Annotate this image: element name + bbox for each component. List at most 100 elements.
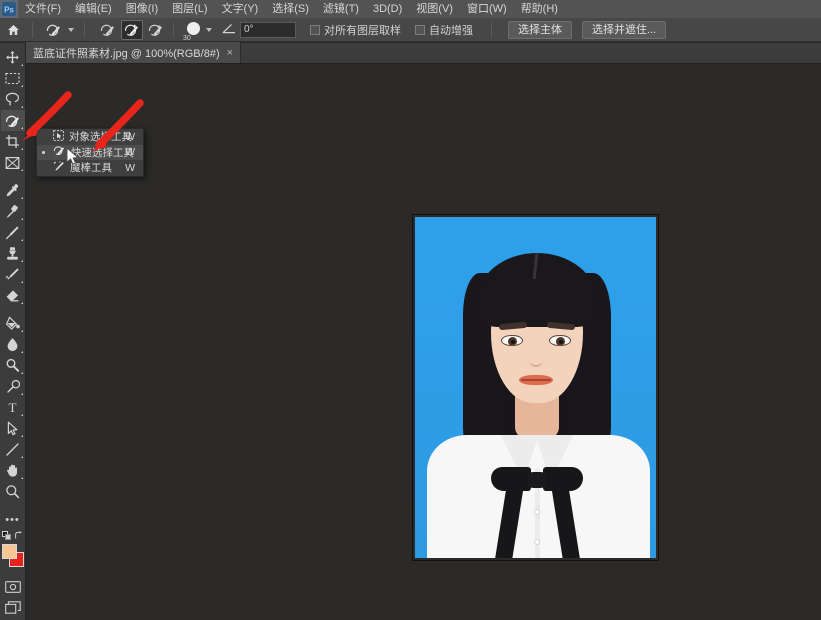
frame-tool[interactable] (1, 152, 25, 173)
chevron-down-icon[interactable] (68, 27, 74, 32)
default-colors-row (1, 530, 25, 541)
auto-enhance-checkbox[interactable] (415, 24, 425, 35)
options-separator-3 (173, 21, 174, 38)
angle-icon (222, 21, 236, 39)
line-shape-tool[interactable] (1, 439, 25, 460)
flyout-label: 魔棒工具 (70, 162, 112, 175)
sample-all-layers-checkbox[interactable] (310, 24, 320, 35)
canvas-area[interactable] (26, 64, 821, 620)
move-tool[interactable] (1, 47, 25, 68)
menu-view[interactable]: 视图(V) (409, 0, 460, 18)
tool-corner-indicator (21, 127, 23, 129)
portrait-eye-right (549, 335, 571, 346)
menu-3d[interactable]: 3D(D) (366, 0, 409, 18)
menu-edit[interactable]: 编辑(E) (68, 0, 119, 18)
flyout-shortcut: W (125, 146, 135, 159)
type-tool[interactable]: T (1, 397, 25, 418)
eraser-tool[interactable] (1, 285, 25, 306)
menu-file[interactable]: 文件(F) (18, 0, 68, 18)
clone-stamp-tool[interactable] (1, 243, 25, 264)
tool-corner-indicator (21, 197, 23, 199)
document-tab[interactable]: 蓝底证件照素材.jpg @ 100%(RGB/8#) × (26, 42, 242, 63)
zoom-tool[interactable] (1, 481, 25, 502)
edit-toolbar-button[interactable]: ••• (1, 509, 25, 530)
tool-preset-picker[interactable] (39, 20, 78, 40)
flyout-quick-selection-tool[interactable]: 快速选择工具 W (37, 144, 143, 161)
healing-brush-tool[interactable] (1, 201, 25, 222)
tool-corner-indicator (21, 393, 23, 395)
photoshop-logo-icon[interactable]: Ps (0, 0, 18, 18)
selection-mode-group (97, 19, 167, 40)
swap-colors-icon (14, 531, 22, 539)
portrait-shirt-button (534, 509, 540, 515)
tool-corner-indicator (21, 456, 23, 458)
portrait-nose (529, 351, 543, 367)
tool-corner-indicator (21, 169, 23, 171)
close-icon[interactable]: × (227, 47, 233, 59)
ellipsis-icon: ••• (5, 513, 20, 526)
dodge-tool[interactable] (1, 355, 25, 376)
color-swatches[interactable] (1, 544, 25, 570)
flyout-magic-wand-tool[interactable]: 魔棒工具 W (37, 160, 143, 176)
flyout-object-selection-tool[interactable]: 对象选择工具 W (37, 129, 143, 145)
quick-select-icon (43, 20, 65, 40)
brush-size-picker[interactable]: 30 (180, 18, 206, 42)
tool-corner-indicator (21, 281, 23, 283)
menu-select[interactable]: 选择(S) (265, 0, 316, 18)
path-selection-tool[interactable] (1, 418, 25, 439)
document-tab-title: 蓝底证件照素材.jpg @ 100%(RGB/8#) (33, 47, 220, 60)
home-icon[interactable] (0, 18, 26, 42)
portrait-lips (519, 375, 553, 385)
tool-corner-indicator (21, 414, 23, 416)
tool-corner-indicator (21, 330, 23, 332)
portrait-shirt-button (534, 539, 540, 545)
history-brush-tool[interactable] (1, 264, 25, 285)
mode-new-selection-button[interactable] (97, 20, 119, 40)
menu-image[interactable]: 图像(I) (119, 0, 165, 18)
menu-type[interactable]: 文字(Y) (215, 0, 266, 18)
document-image-frame[interactable] (412, 214, 659, 561)
portrait-bow-loop-left (491, 467, 531, 491)
tool-corner-indicator (21, 218, 23, 220)
options-separator-4 (491, 21, 492, 38)
id-photo-image (415, 217, 656, 558)
auto-enhance-checkbox-group[interactable]: 自动增强 (415, 22, 473, 38)
sample-all-layers-checkbox-group[interactable]: 对所有图层取样 (310, 22, 401, 38)
menu-help[interactable]: 帮助(H) (514, 0, 565, 18)
gradient-tool[interactable] (1, 313, 25, 334)
brush-chevron-down-icon[interactable] (206, 27, 212, 32)
menu-layer[interactable]: 图层(L) (165, 0, 214, 18)
menu-bar: Ps 文件(F) 编辑(E) 图像(I) 图层(L) 文字(Y) 选择(S) 滤… (0, 0, 821, 18)
tool-corner-indicator (21, 302, 23, 304)
angle-input[interactable]: 0° (240, 21, 296, 38)
quick-selection-tool[interactable] (0, 110, 25, 131)
options-separator-1 (32, 21, 33, 38)
select-subject-button[interactable]: 选择主体 (508, 20, 572, 39)
type-t-icon: T (8, 399, 17, 415)
mode-add-to-selection-button[interactable] (121, 19, 143, 40)
magic-wand-icon (53, 159, 65, 177)
marquee-tool[interactable] (1, 68, 25, 89)
hand-tool[interactable] (1, 460, 25, 481)
document-tab-bar: 蓝底证件照素材.jpg @ 100%(RGB/8#) × (26, 42, 821, 64)
flyout-shortcut: W (125, 161, 135, 174)
brush-tool[interactable] (1, 222, 25, 243)
menu-window[interactable]: 窗口(W) (460, 0, 514, 18)
lasso-tool[interactable] (1, 89, 25, 110)
menu-filter[interactable]: 滤镜(T) (316, 0, 366, 18)
default-colors-icon[interactable] (1, 531, 11, 540)
select-and-mask-button[interactable]: 选择并遮住... (582, 20, 667, 39)
foreground-color-swatch[interactable] (1, 544, 17, 559)
crop-tool[interactable] (1, 131, 25, 152)
pen-tool[interactable] (1, 376, 25, 397)
tool-flyout-menu[interactable]: 对象选择工具 W 快速选择工具 W 魔棒工具 W (36, 128, 144, 177)
portrait-eye-left (501, 335, 523, 346)
quick-mask-button[interactable] (1, 576, 25, 597)
blur-tool[interactable] (1, 334, 25, 355)
flyout-active-bullet-icon (42, 150, 45, 154)
mode-subtract-from-selection-button[interactable] (145, 20, 167, 40)
eyedropper-tool[interactable] (1, 180, 25, 201)
screen-mode-button[interactable] (1, 597, 25, 618)
tool-corner-indicator (21, 435, 23, 437)
svg-text:Ps: Ps (4, 6, 14, 15)
